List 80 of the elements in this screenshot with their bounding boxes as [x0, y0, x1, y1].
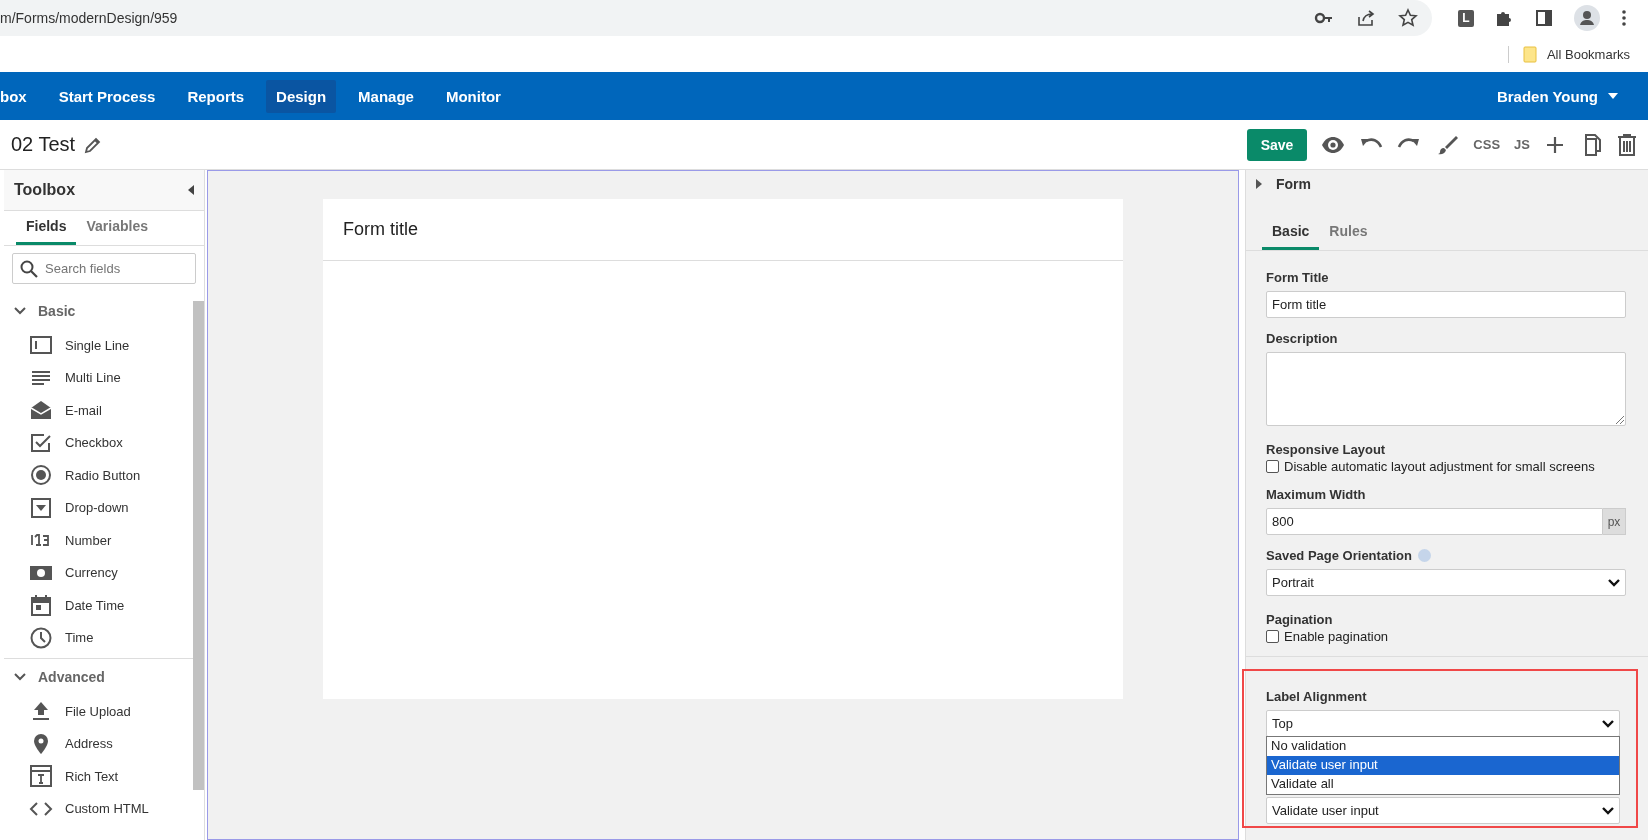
- select-field[interactable]: Portrait: [1266, 569, 1626, 596]
- field-type-item[interactable]: Radio Button: [4, 459, 193, 492]
- checkbox[interactable]: [1266, 630, 1279, 643]
- kebab-menu-icon[interactable]: [1620, 8, 1628, 28]
- chevron-icon: [14, 673, 26, 681]
- field-label: Maximum Width: [1266, 487, 1366, 502]
- caret-icon: [1256, 179, 1262, 189]
- field-label: Responsive Layout: [1266, 442, 1386, 457]
- dropdown-option[interactable]: Validate user input: [1267, 756, 1619, 775]
- field-type-item[interactable]: Date Time: [4, 589, 193, 622]
- css-button[interactable]: CSS: [1473, 137, 1501, 152]
- form-name: 02 Test: [11, 133, 76, 156]
- field-label: Pagination: [1266, 612, 1333, 627]
- chevron-down-icon: [1602, 719, 1614, 728]
- section-header[interactable]: Form: [1246, 170, 1648, 198]
- address-bar[interactable]: m/Forms/modernDesign/959: [0, 0, 1432, 36]
- search-field[interactable]: Search fields: [12, 253, 196, 284]
- field-type-item[interactable]: Drop-down: [4, 491, 193, 524]
- checkbox-label: Enable pagination: [1284, 629, 1389, 644]
- scrollbar[interactable]: [193, 301, 204, 790]
- unit-label: px: [1603, 508, 1626, 535]
- resize-grip-icon: [1615, 415, 1624, 424]
- field-type-item[interactable]: E-mail: [4, 394, 193, 427]
- search-icon: [20, 260, 38, 278]
- folder-icon: [1522, 45, 1537, 63]
- tab[interactable]: Rules: [1319, 216, 1378, 250]
- checkbox[interactable]: [1266, 460, 1279, 473]
- field-type-item[interactable]: Multi Line: [4, 361, 193, 394]
- bookmark-item[interactable]: All Bookmarks: [1507, 45, 1630, 63]
- collapse-icon[interactable]: [188, 185, 194, 195]
- rich-text-icon: [29, 764, 53, 789]
- nav-item[interactable]: Start Process: [48, 79, 166, 113]
- url-text: m/Forms/modernDesign/959: [0, 10, 178, 26]
- dropdown-option[interactable]: Validate all: [1267, 775, 1619, 794]
- nav-item[interactable]: Monitor: [435, 79, 511, 113]
- field-type-item[interactable]: Currency: [4, 556, 193, 589]
- chevron-down-icon: [1608, 578, 1620, 587]
- tab[interactable]: Variables: [76, 211, 158, 245]
- caret-icon: [1608, 93, 1618, 99]
- field-type-item[interactable]: Time: [4, 621, 193, 654]
- trash-icon[interactable]: [1616, 132, 1638, 157]
- field-type-item[interactable]: Address: [4, 727, 193, 760]
- save-button[interactable]: Save: [1246, 128, 1308, 161]
- share-icon[interactable]: [1356, 8, 1376, 28]
- extension-button[interactable]: L: [1458, 9, 1474, 27]
- nav-item[interactable]: Reports: [177, 79, 255, 113]
- dropdown-option[interactable]: No validation: [1267, 737, 1619, 756]
- field-type-item[interactable]: Custom HTML: [4, 792, 193, 825]
- text-input[interactable]: Form title: [1266, 291, 1626, 318]
- nav-item[interactable]: box: [0, 79, 37, 113]
- group-header[interactable]: Basic: [4, 293, 193, 329]
- avatar-icon[interactable]: [1574, 5, 1600, 31]
- field-label: Form Title: [1266, 270, 1329, 285]
- checkbox-label: Disable automatic layout adjustment for small screens: [1284, 459, 1595, 474]
- js-button[interactable]: JS: [1514, 137, 1530, 152]
- panel-title: Toolbox: [14, 181, 76, 199]
- clock-icon: [29, 625, 53, 650]
- chevron-down-icon: [1602, 806, 1614, 815]
- radio-icon: [29, 463, 53, 488]
- field-label: Description: [1266, 331, 1338, 346]
- field-type-item[interactable]: File Upload: [4, 695, 193, 728]
- star-icon[interactable]: [1398, 8, 1418, 28]
- field-label: Label Alignment: [1266, 689, 1368, 704]
- field-label: Saved Page Orientation: [1266, 548, 1412, 563]
- chevron-icon: [14, 307, 26, 315]
- user-menu[interactable]: Braden Young: [1496, 87, 1648, 105]
- field-type-item[interactable]: Rich Text: [4, 760, 193, 793]
- field-type-item[interactable]: Number: [4, 524, 193, 557]
- select-field[interactable]: Top: [1266, 710, 1620, 737]
- nav-item[interactable]: Manage: [348, 79, 424, 113]
- field-type-item[interactable]: Checkbox: [4, 426, 193, 459]
- tab[interactable]: Basic: [1262, 216, 1320, 250]
- dropdown-icon: [29, 495, 53, 520]
- nav-item[interactable]: Design: [266, 79, 337, 113]
- form-title: Form title: [343, 219, 418, 240]
- number-input[interactable]: 800: [1266, 508, 1603, 535]
- select-field[interactable]: Validate user input: [1266, 797, 1620, 824]
- side-panel-icon[interactable]: [1534, 8, 1554, 28]
- calendar-icon: [29, 593, 53, 618]
- field-type-item[interactable]: Single Line: [4, 329, 193, 362]
